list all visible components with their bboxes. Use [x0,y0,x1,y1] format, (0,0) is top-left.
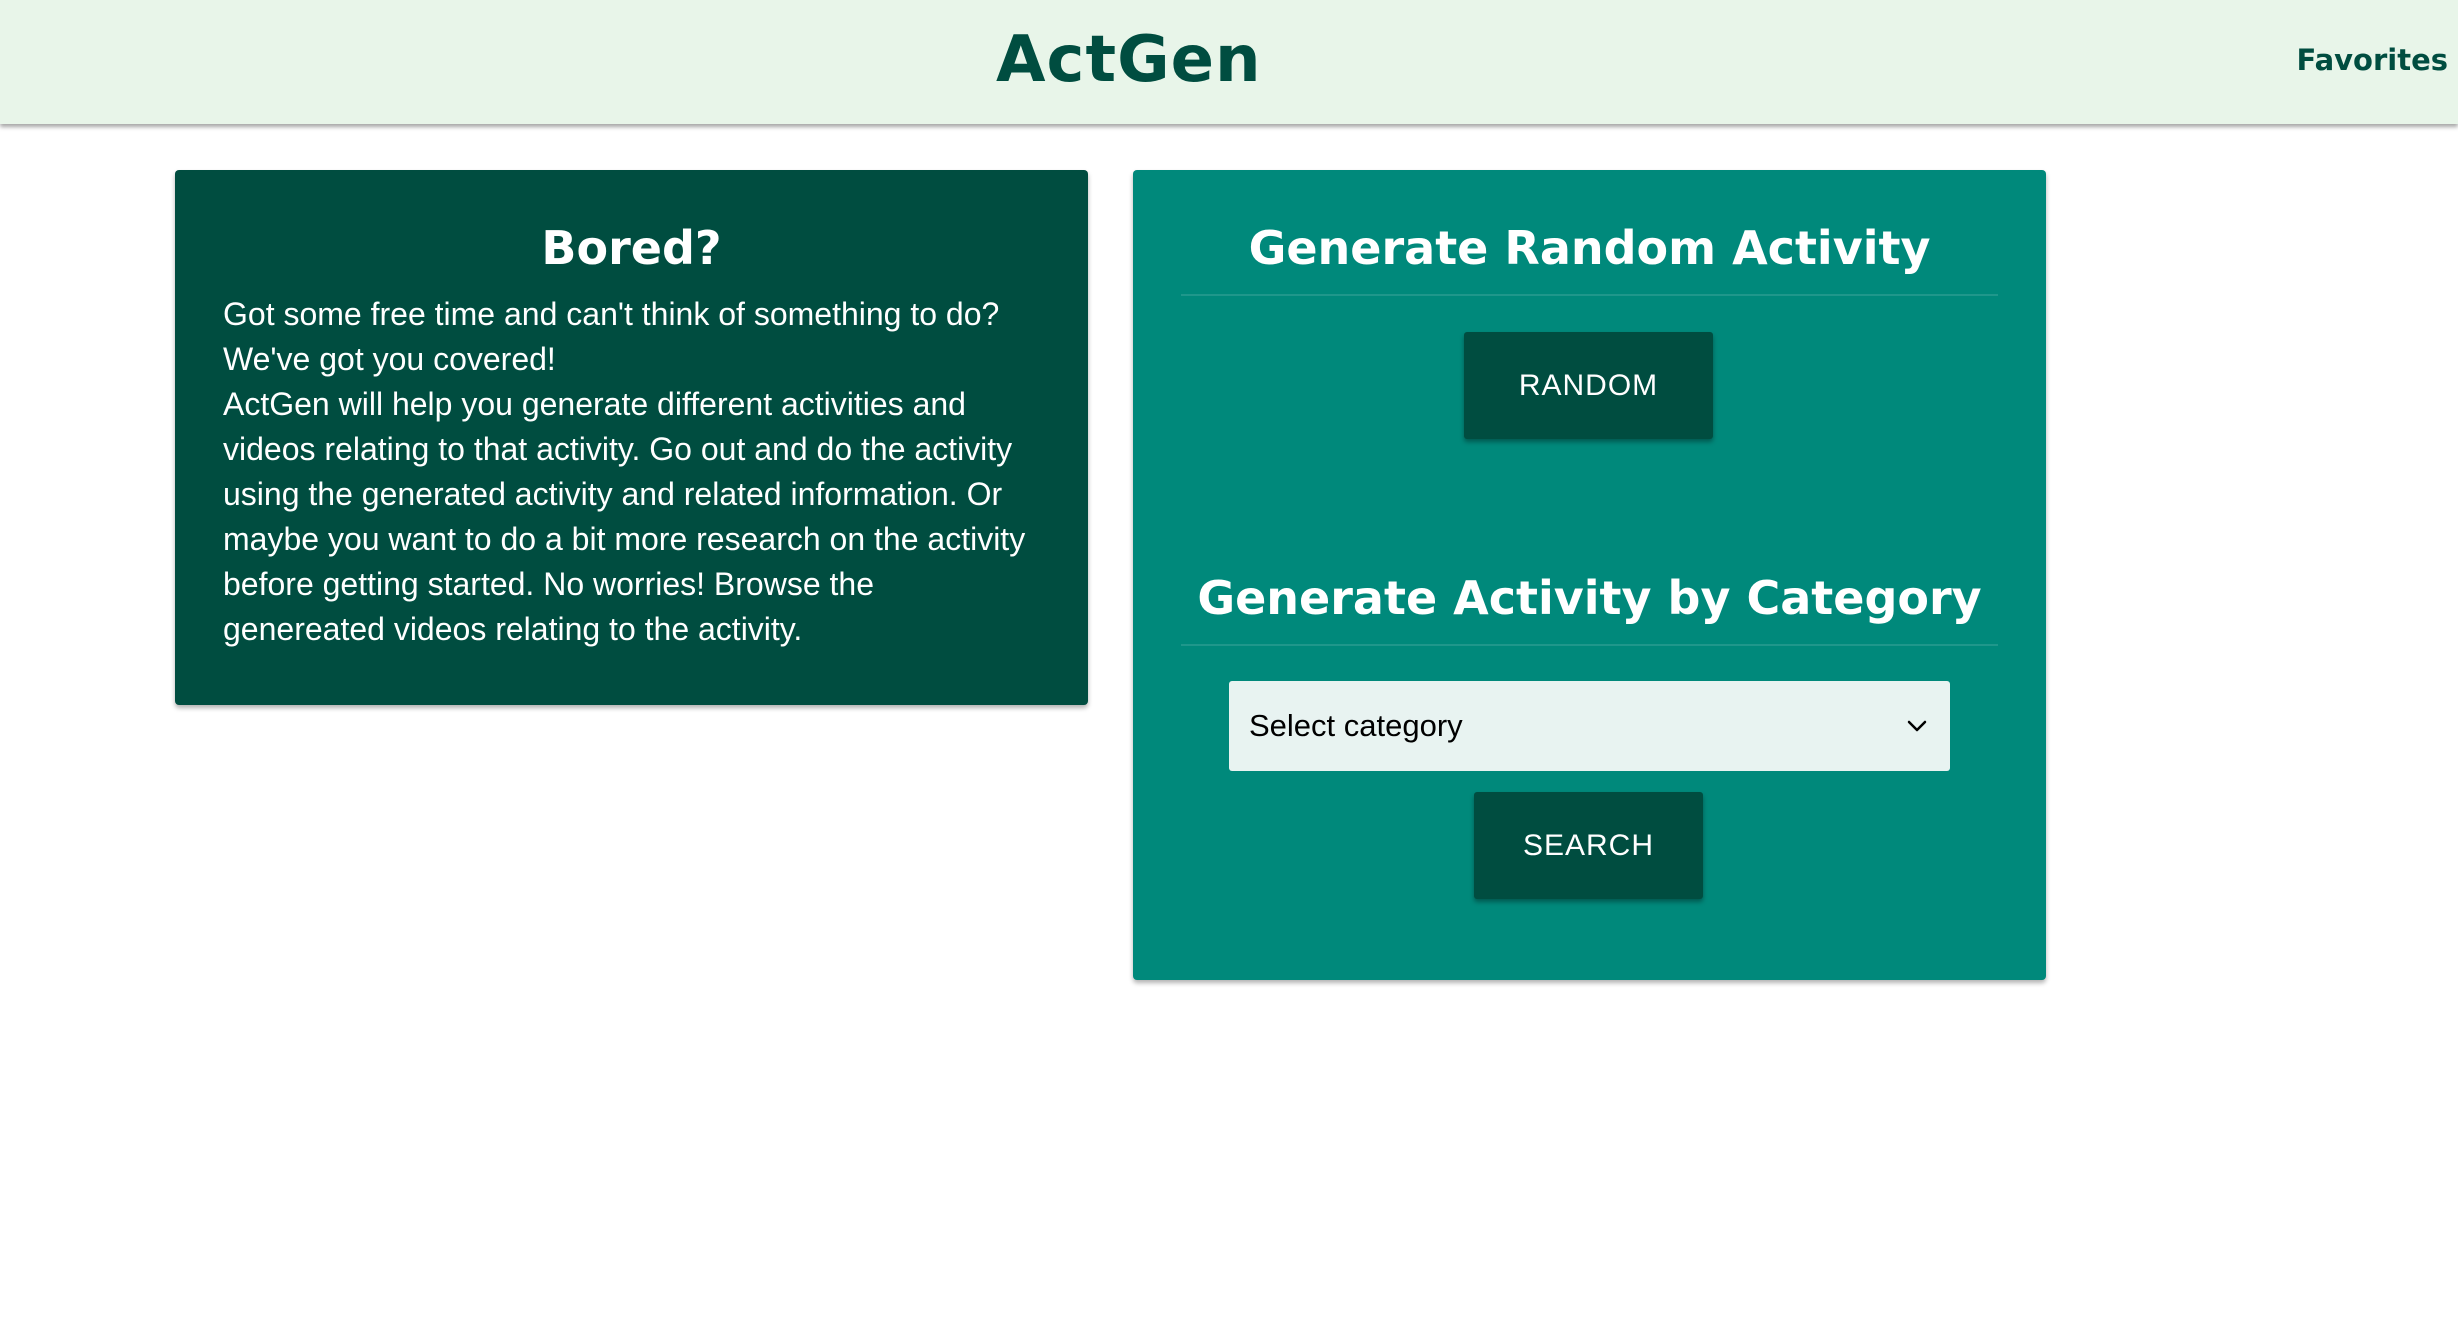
random-section: Generate Random Activity [1181,218,1998,296]
search-button[interactable]: SEARCH [1474,792,1703,899]
intro-card: Bored? Got some free time and can't thin… [175,170,1088,705]
intro-text-paragraph-2: ActGen will help you generate different … [223,386,1026,647]
generator-card: Generate Random Activity RANDOM Generate… [1133,170,2046,980]
random-section-divider [1181,294,1998,296]
intro-text-paragraph-1: Got some free time and can't think of so… [223,296,1000,377]
chevron-down-icon [1904,713,1930,739]
intro-card-title: Bored? [541,221,722,275]
favorites-link[interactable]: Favorites [2296,40,2448,80]
random-button[interactable]: RANDOM [1464,332,1713,439]
category-select[interactable]: Select category [1229,681,1950,771]
intro-card-text: Got some free time and can't think of so… [223,292,1040,652]
top-navbar: ActGen Favorites [0,0,2458,124]
random-activity-title: Generate Random Activity [1248,221,1931,275]
category-select-value: Select category [1249,708,1463,743]
category-activity-title: Generate Activity by Category [1197,571,1982,625]
category-section-divider [1181,644,1998,646]
brand-logo[interactable]: ActGen [996,20,1262,100]
category-section: Generate Activity by Category [1181,568,1998,646]
